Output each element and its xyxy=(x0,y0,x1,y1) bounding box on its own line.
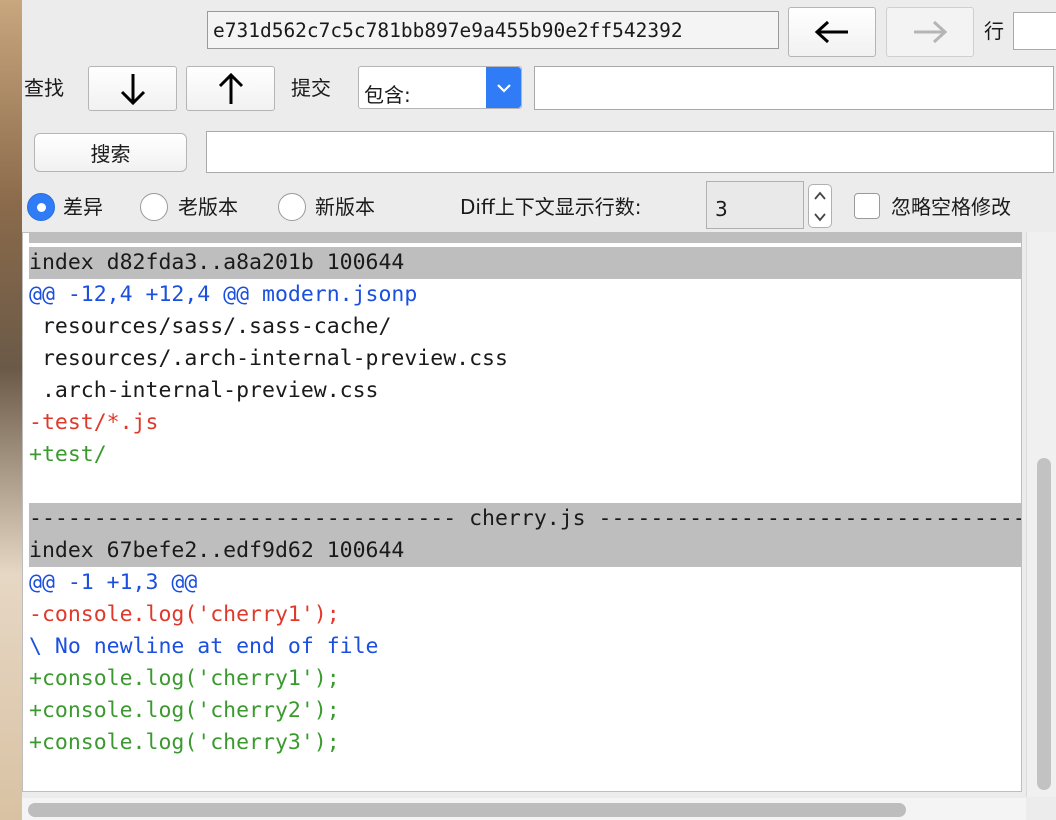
forward-button[interactable] xyxy=(886,7,974,57)
diff-header-clipped xyxy=(29,233,1021,243)
stepper-up-icon xyxy=(814,191,826,200)
arrow-up-icon xyxy=(218,72,243,104)
back-button[interactable] xyxy=(788,7,876,57)
commit-label: 提交 xyxy=(291,76,331,100)
chevron-down-icon xyxy=(496,83,511,93)
radio-old-version-label: 老版本 xyxy=(178,195,238,219)
diff-line-added: +console.log('cherry2'); xyxy=(29,698,340,723)
find-type-value: 包含: xyxy=(364,83,411,107)
find-prev-button[interactable] xyxy=(186,66,275,111)
diff-line-added: +console.log('cherry3'); xyxy=(29,730,340,755)
diff-line-header: index 67befe2..edf9d62 100644 xyxy=(29,535,1021,567)
diff-view[interactable]: index d82fda3..a8a201b 100644 @@ -12,4 +1… xyxy=(22,232,1022,792)
context-lines-stepper[interactable] xyxy=(808,184,832,228)
search-button[interactable]: 搜索 xyxy=(34,133,187,172)
ignore-whitespace-label: 忽略空格修改 xyxy=(891,195,1011,219)
radio-diff-label: 差异 xyxy=(63,195,103,219)
diff-line-hunk: @@ -12,4 +12,4 @@ modern.jsonp xyxy=(29,282,418,307)
arrow-right-icon xyxy=(914,20,948,44)
diff-line-removed: -test/*.js xyxy=(29,410,159,435)
arrow-down-icon xyxy=(120,73,145,105)
row-input[interactable] xyxy=(1013,12,1056,50)
vertical-scrollbar-thumb[interactable] xyxy=(1037,458,1051,790)
diff-line-context: .arch-internal-preview.css xyxy=(29,378,379,403)
stepper-down-icon xyxy=(814,213,826,222)
diff-line-header: index d82fda3..a8a201b 100644 xyxy=(29,247,1021,279)
row-label: 行 xyxy=(984,19,1004,43)
radio-old-version[interactable] xyxy=(140,193,168,221)
radio-diff[interactable] xyxy=(27,193,55,221)
arrow-left-icon xyxy=(814,20,848,44)
sha-value: e731d562c7c5c781bb897e9a455b90e2ff542392 xyxy=(213,19,683,42)
diff-line-added: +console.log('cherry1'); xyxy=(29,666,340,691)
diff-line-context: resources/.arch-internal-preview.css xyxy=(29,346,508,371)
diff-line-header: --------------------------------- cherry… xyxy=(29,503,1021,535)
search-button-label: 搜索 xyxy=(90,142,131,166)
find-input[interactable] xyxy=(534,66,1054,110)
find-next-button[interactable] xyxy=(88,66,177,111)
radio-new-version[interactable] xyxy=(278,193,306,221)
context-lines-value: 3 xyxy=(715,197,728,221)
context-lines-label: Diff上下文显示行数: xyxy=(460,195,642,219)
diff-line-removed: -console.log('cherry1'); xyxy=(29,602,340,627)
diff-line-context: resources/sass/.sass-cache/ xyxy=(29,314,392,339)
horizontal-scrollbar[interactable] xyxy=(22,798,1026,820)
find-type-select[interactable]: 包含: xyxy=(358,66,522,109)
desktop-background-strip xyxy=(0,0,22,820)
find-label: 查找 xyxy=(24,76,64,100)
radio-new-version-label: 新版本 xyxy=(315,195,375,219)
sha-input[interactable]: e731d562c7c5c781bb897e9a455b90e2ff542392 xyxy=(207,11,779,49)
diff-line-hunk: \ No newline at end of file xyxy=(29,634,379,659)
horizontal-scrollbar-thumb[interactable] xyxy=(28,803,906,817)
search-input[interactable] xyxy=(206,131,1054,173)
diff-line-added: +test/ xyxy=(29,442,107,467)
vertical-scrollbar[interactable] xyxy=(1026,232,1056,797)
context-lines-input[interactable]: 3 xyxy=(706,181,804,229)
select-stepper[interactable] xyxy=(486,67,521,108)
ignore-whitespace-checkbox[interactable] xyxy=(854,193,880,219)
diff-line-hunk: @@ -1 +1,3 @@ xyxy=(29,570,198,595)
